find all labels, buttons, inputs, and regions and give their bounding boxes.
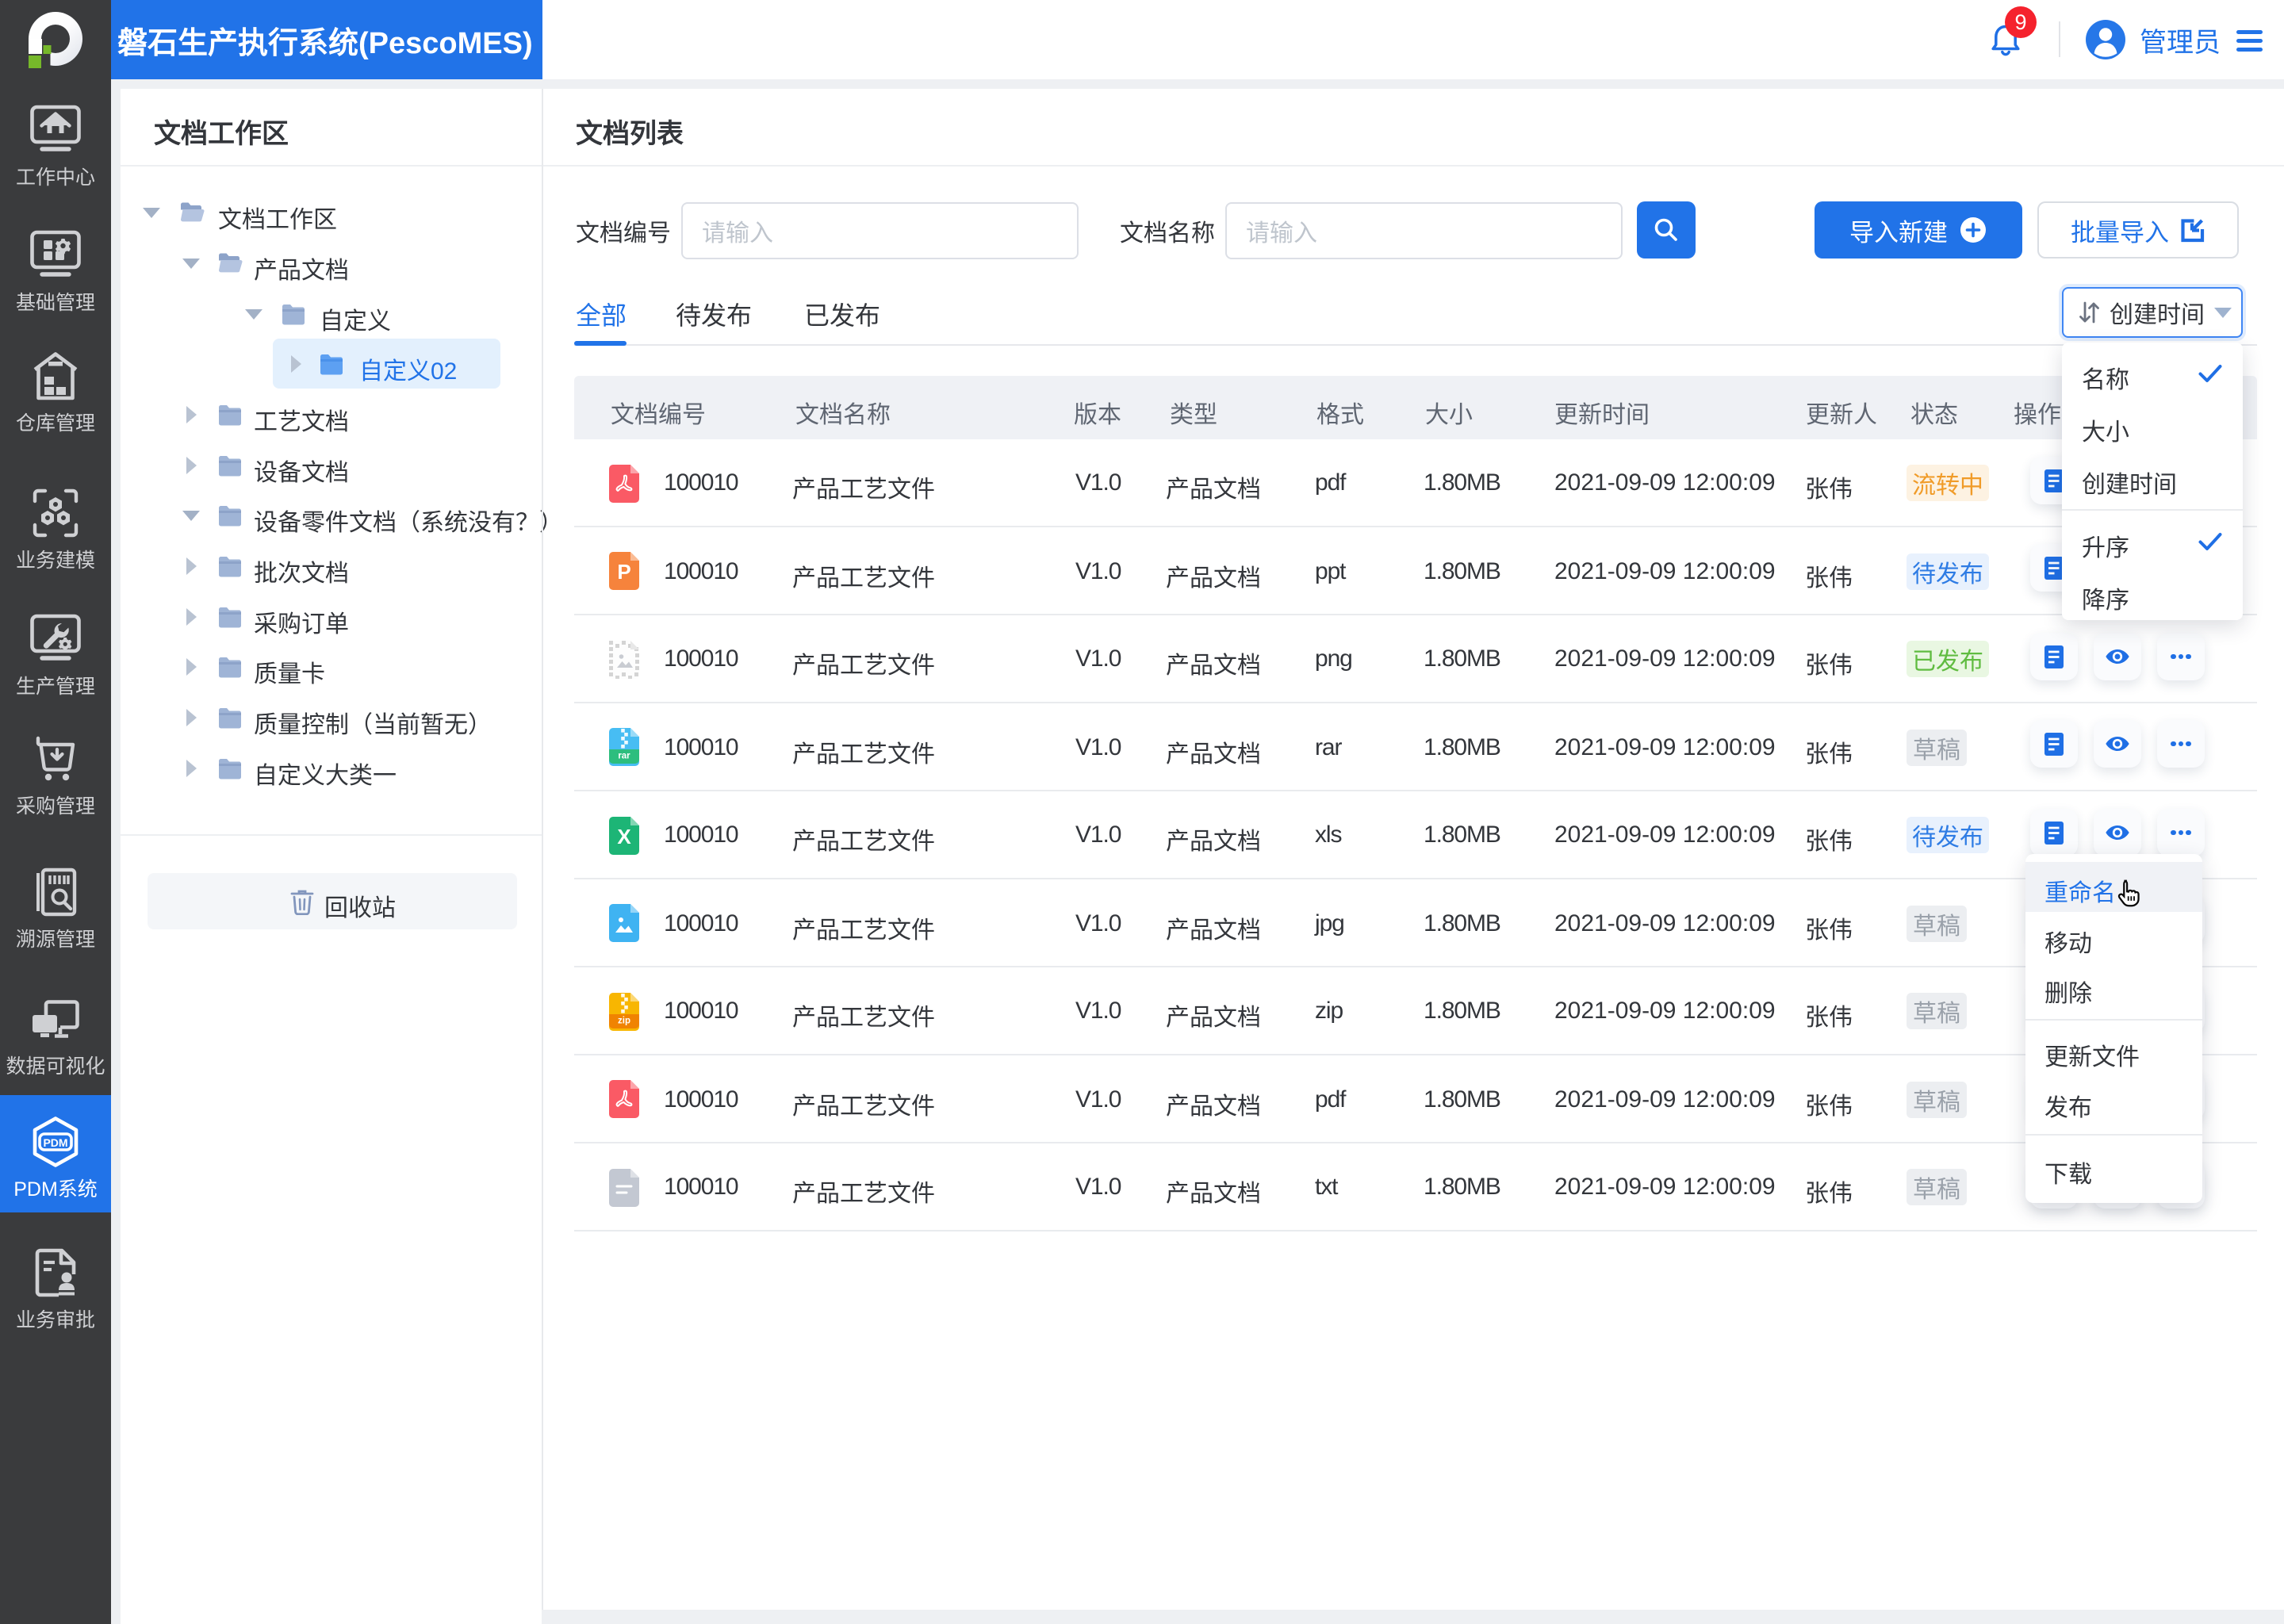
svg-text:rar: rar	[618, 752, 630, 761]
svg-text:X: X	[617, 825, 631, 848]
svg-text:P: P	[617, 560, 630, 584]
svg-text:zip: zip	[618, 1017, 630, 1026]
